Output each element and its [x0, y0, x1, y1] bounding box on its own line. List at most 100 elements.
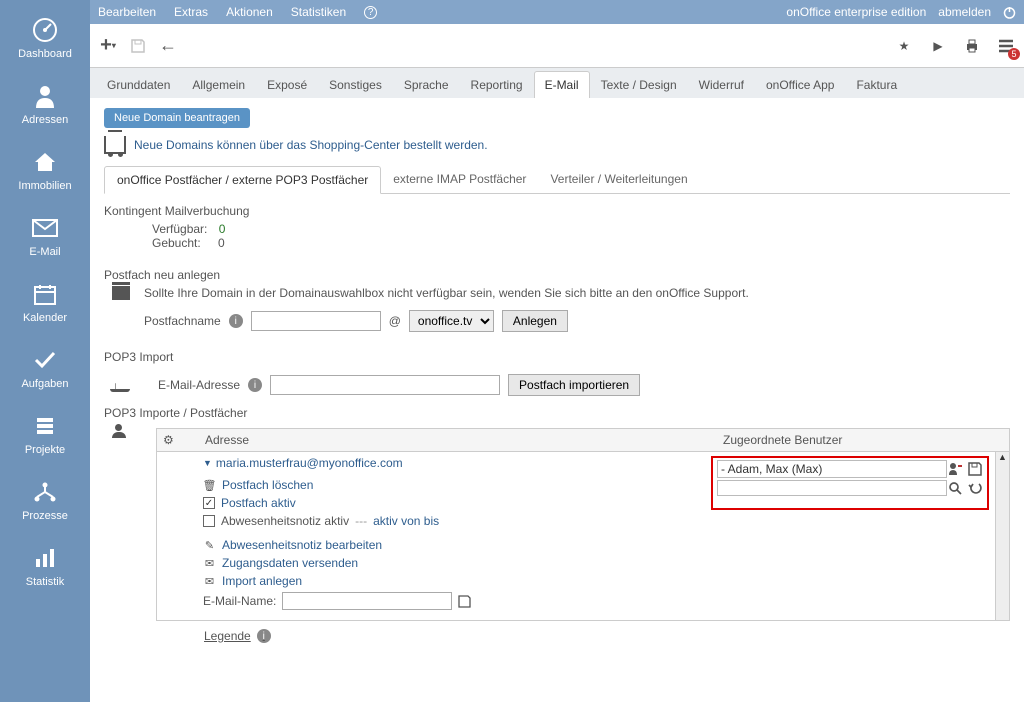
- branch-icon: [31, 478, 59, 506]
- back-icon[interactable]: ←: [158, 36, 178, 56]
- save-user-icon[interactable]: [967, 461, 983, 477]
- request-domain-button[interactable]: Neue Domain beantragen: [104, 108, 250, 128]
- email-name-input[interactable]: [282, 592, 452, 610]
- sidebar-adressen[interactable]: Adressen: [0, 72, 90, 138]
- sidebar-item-label: Statistik: [26, 576, 65, 588]
- info-icon[interactable]: i: [229, 314, 243, 328]
- email-adresse-input[interactable]: [270, 375, 500, 395]
- tab-widerruf[interactable]: Widerruf: [688, 71, 755, 98]
- tab-grunddaten[interactable]: Grunddaten: [96, 71, 181, 98]
- sidebar-email[interactable]: E-Mail: [0, 204, 90, 270]
- cart-icon: [104, 136, 126, 154]
- sidebar-dashboard[interactable]: Dashboard: [0, 6, 90, 72]
- email-adresse-label: E-Mail-Adresse: [158, 378, 240, 392]
- active-mailbox-link[interactable]: Postfach aktiv: [221, 496, 296, 510]
- sidebar-item-label: E-Mail: [29, 246, 60, 258]
- col-benutzer-header: Zugeordnete Benutzer: [723, 433, 1003, 447]
- sidebar-item-label: Immobilien: [18, 180, 71, 192]
- sidebar-aufgaben[interactable]: Aufgaben: [0, 336, 90, 402]
- tab-texte-design[interactable]: Texte / Design: [590, 71, 688, 98]
- scrollbar[interactable]: ▲: [995, 452, 1009, 620]
- tab-sprache[interactable]: Sprache: [393, 71, 460, 98]
- assigned-users-box: - Adam, Max (Max): [711, 456, 989, 510]
- sidebar-prozesse[interactable]: Prozesse: [0, 468, 90, 534]
- away-note-label: Abwesenheitsnotiz aktiv: [221, 514, 349, 528]
- menu-help-icon[interactable]: ?: [364, 6, 377, 19]
- stack-icon: [31, 412, 59, 440]
- away-from-link[interactable]: aktiv von bis: [373, 514, 439, 528]
- anlegen-button[interactable]: Anlegen: [502, 310, 568, 332]
- legende-link[interactable]: Legendei: [204, 629, 1010, 643]
- tab-onoffice-app[interactable]: onOffice App: [755, 71, 846, 98]
- kontingent-title: Kontingent Mailverbuchung: [104, 204, 1010, 218]
- mailbox-table: ⚙ Adresse Zugeordnete Benutzer ▼ maria.m…: [156, 428, 1010, 621]
- sidebar-item-label: Kalender: [23, 312, 67, 324]
- tab-allgemein[interactable]: Allgemein: [181, 71, 256, 98]
- play-icon[interactable]: ▶: [928, 36, 948, 56]
- pop3-import-title: POP3 Import: [104, 350, 1010, 364]
- domain-select[interactable]: onoffice.tv: [409, 310, 494, 332]
- sidebar-item-label: Aufgaben: [21, 378, 68, 390]
- subtab-verteiler[interactable]: Verteiler / Weiterleitungen: [538, 166, 699, 193]
- menu-statistiken[interactable]: Statistiken: [291, 5, 346, 19]
- print-icon[interactable]: [962, 36, 982, 56]
- verfuegbar-label: Verfügbar:: [152, 222, 207, 236]
- power-icon[interactable]: [1003, 6, 1016, 19]
- person-icon: [112, 424, 126, 438]
- subtab-bar: onOffice Postfächer / externe POP3 Postf…: [104, 166, 1010, 194]
- check-icon: [31, 346, 59, 374]
- trash-icon: 🗑: [203, 479, 216, 492]
- tab-reporting[interactable]: Reporting: [460, 71, 534, 98]
- logout-link[interactable]: abmelden: [938, 5, 991, 19]
- download-icon: [112, 378, 128, 392]
- email-name-label: E-Mail-Name:: [203, 594, 276, 608]
- save-small-icon[interactable]: [458, 595, 471, 608]
- create-import-link[interactable]: Import anlegen: [222, 574, 302, 588]
- tab-sonstiges[interactable]: Sonstiges: [318, 71, 393, 98]
- add-icon[interactable]: +▾: [98, 36, 118, 56]
- gear-icon[interactable]: ⚙: [163, 433, 181, 447]
- sidebar-immobilien[interactable]: Immobilien: [0, 138, 90, 204]
- save-icon[interactable]: [128, 36, 148, 56]
- postfach-neu-title: Postfach neu anlegen: [104, 268, 1010, 282]
- delete-mailbox-link[interactable]: Postfach löschen: [222, 478, 313, 492]
- away-checkbox[interactable]: [203, 515, 215, 527]
- subtab-pop3[interactable]: onOffice Postfächer / externe POP3 Postf…: [104, 166, 381, 194]
- menu-extras[interactable]: Extras: [174, 5, 208, 19]
- postfach-importieren-button[interactable]: Postfach importieren: [508, 374, 640, 396]
- postfachname-input[interactable]: [251, 311, 381, 331]
- tab-expose[interactable]: Exposé: [256, 71, 318, 98]
- pencil-icon: ✎: [203, 539, 216, 552]
- mailbox-email[interactable]: maria.musterfrau@myonoffice.com: [216, 456, 403, 470]
- menu-bearbeiten[interactable]: Bearbeiten: [98, 5, 156, 19]
- search-user-icon[interactable]: [947, 480, 963, 496]
- tab-email[interactable]: E-Mail: [534, 71, 590, 98]
- person-icon: [31, 82, 59, 110]
- tab-bar: Grunddaten Allgemein Exposé Sonstiges Sp…: [90, 68, 1024, 98]
- sidebar-item-label: Projekte: [25, 444, 65, 456]
- domain-info-text: Neue Domains können über das Shopping-Ce…: [134, 138, 488, 152]
- house-icon: [31, 148, 59, 176]
- menu-aktionen[interactable]: Aktionen: [226, 5, 273, 19]
- sidebar-projekte[interactable]: Projekte: [0, 402, 90, 468]
- remove-user-icon[interactable]: [947, 461, 963, 477]
- info-icon[interactable]: i: [248, 378, 262, 392]
- active-checkbox[interactable]: ✓: [203, 497, 215, 509]
- undo-icon[interactable]: [967, 480, 983, 496]
- edit-away-link[interactable]: Abwesenheitsnotiz bearbeiten: [222, 538, 382, 552]
- send-creds-link[interactable]: Zugangsdaten versenden: [222, 556, 358, 570]
- calendar-icon: [31, 280, 59, 308]
- info-icon: i: [257, 629, 271, 643]
- assigned-user: - Adam, Max (Max): [717, 460, 947, 478]
- tab-faktura[interactable]: Faktura: [845, 71, 908, 98]
- sidebar-kalender[interactable]: Kalender: [0, 270, 90, 336]
- verfuegbar-value: 0: [219, 222, 226, 236]
- mail-icon: ✉: [203, 557, 216, 570]
- star-icon[interactable]: ★: [894, 36, 914, 56]
- subtab-imap[interactable]: externe IMAP Postfächer: [381, 166, 538, 193]
- chevron-down-icon[interactable]: ▼: [203, 458, 212, 468]
- list-icon[interactable]: [996, 36, 1016, 56]
- sidebar-item-label: Prozesse: [22, 510, 68, 522]
- sidebar-statistik[interactable]: Statistik: [0, 534, 90, 600]
- box-icon: [112, 286, 130, 300]
